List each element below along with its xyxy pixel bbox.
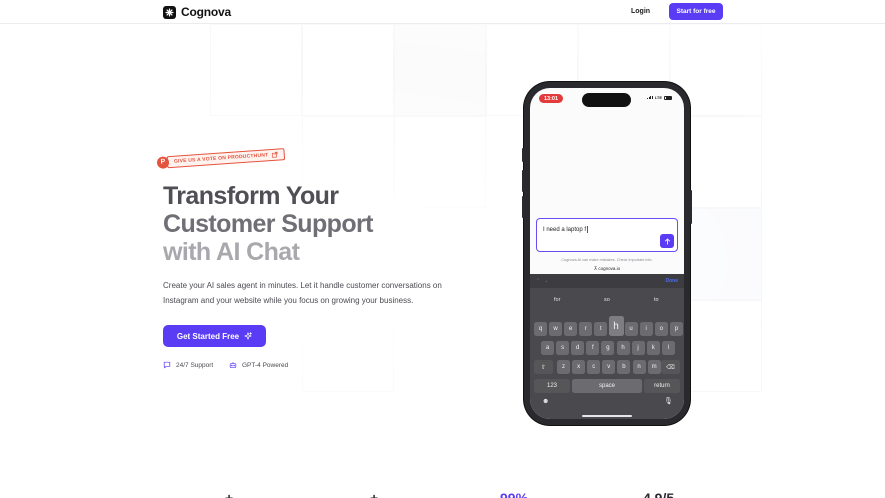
feature-gpt4-label: GPT-4 Powered bbox=[242, 361, 289, 369]
key-m[interactable]: m bbox=[647, 360, 661, 374]
key-u[interactable]: u bbox=[624, 322, 638, 336]
producthunt-badge-label: GIVE US A VOTE ON PRODUCTHUNT bbox=[173, 151, 269, 165]
brand-logo[interactable]: Cognova bbox=[163, 5, 231, 19]
phone-screen: 13:01 LTE I need a laptop f Cognova AI c… bbox=[530, 88, 684, 419]
key-w[interactable]: w bbox=[549, 322, 563, 336]
start-for-free-button[interactable]: Start for free bbox=[669, 3, 723, 20]
backspace-key[interactable]: ⌫ bbox=[661, 360, 680, 374]
hero-headline-line-3: with AI Chat bbox=[163, 238, 300, 266]
robot-icon bbox=[229, 361, 237, 368]
hero-headline-line-2: Customer Support bbox=[163, 210, 373, 238]
key-a[interactable]: a bbox=[541, 341, 554, 355]
key-k[interactable]: k bbox=[646, 341, 660, 355]
brand-name: Cognova bbox=[181, 5, 231, 19]
sparkle-icon bbox=[244, 332, 252, 340]
browser-url-bar[interactable]: ⊼ cognova.io bbox=[530, 266, 684, 272]
hero-headline-line-1: Transform Your bbox=[163, 182, 339, 210]
hero-subtext: Create your AI sales agent in minutes. L… bbox=[163, 281, 442, 305]
phone-mockup: 13:01 LTE I need a laptop f Cognova AI c… bbox=[522, 82, 692, 425]
top-navbar: Cognova Login Start for free bbox=[0, 0, 885, 24]
keyboard-nav-arrows[interactable]: ⌃⌄ bbox=[536, 278, 552, 284]
stat-4-value: 4.9/5 bbox=[643, 490, 675, 498]
send-button[interactable] bbox=[660, 234, 674, 248]
emoji-icon[interactable]: ☻ bbox=[542, 398, 549, 405]
space-key[interactable]: space bbox=[572, 379, 642, 393]
phone-volume-down-button bbox=[522, 196, 524, 218]
background-fade bbox=[0, 24, 885, 498]
key-t[interactable]: t bbox=[594, 322, 608, 336]
key-n[interactable]: n bbox=[632, 360, 646, 374]
brand-logo-icon bbox=[163, 5, 176, 19]
suggestion-3[interactable]: to bbox=[654, 297, 659, 303]
status-time: 13:01 bbox=[539, 94, 563, 103]
key-h[interactable]: h bbox=[616, 341, 630, 355]
ai-disclaimer: Cognova AI can make mistakes. Check impo… bbox=[561, 258, 653, 262]
key-r[interactable]: r bbox=[579, 322, 593, 336]
key-b[interactable]: b bbox=[617, 360, 631, 374]
key-p[interactable]: p bbox=[669, 322, 683, 336]
chat-message-input[interactable]: I need a laptop f bbox=[536, 218, 678, 252]
key-e[interactable]: e bbox=[564, 322, 578, 336]
stat-1-value: + bbox=[225, 490, 234, 498]
keyboard-done-button[interactable]: Done bbox=[666, 278, 679, 284]
network-label: LTE bbox=[654, 95, 662, 100]
suggestion-1[interactable]: for bbox=[554, 297, 560, 303]
arrow-up-icon bbox=[664, 238, 670, 245]
producthunt-icon: P bbox=[156, 155, 170, 169]
stat-2-value: + bbox=[370, 490, 379, 498]
key-g[interactable]: g bbox=[601, 341, 615, 355]
numbers-key[interactable]: 123 bbox=[534, 379, 570, 393]
microphone-icon[interactable]: 🎙 bbox=[664, 397, 673, 405]
key-l[interactable]: l bbox=[661, 341, 675, 355]
hero-headline: Transform Your Customer Support with AI … bbox=[163, 182, 423, 266]
key-v[interactable]: v bbox=[602, 360, 616, 374]
keyboard-toolbar: ⌃⌄ Done bbox=[530, 274, 684, 288]
background-grid bbox=[0, 24, 885, 498]
signal-icon bbox=[646, 95, 653, 100]
phone-volume-up-button bbox=[522, 170, 524, 192]
return-key[interactable]: return bbox=[644, 379, 680, 393]
status-indicators: LTE bbox=[646, 95, 672, 100]
feature-support-label: 24/7 Support bbox=[176, 361, 214, 369]
onscreen-keyboard: ⌃⌄ Done for so to ⇧ ⌫ 123 space return ☻… bbox=[530, 274, 684, 419]
feature-gpt4: GPT-4 Powered bbox=[229, 361, 288, 369]
browser-url: cognova.io bbox=[598, 266, 621, 271]
chat-bubble-icon bbox=[163, 361, 171, 369]
battery-icon bbox=[664, 95, 672, 100]
key-z[interactable]: z bbox=[557, 360, 570, 374]
phone-power-button bbox=[690, 190, 692, 224]
shift-key[interactable]: ⇧ bbox=[534, 360, 553, 374]
get-started-free-button[interactable]: Get Started Free bbox=[163, 325, 266, 347]
login-link[interactable]: Login bbox=[631, 5, 650, 19]
feature-support: 24/7 Support bbox=[163, 361, 213, 369]
dynamic-island bbox=[582, 93, 631, 107]
stat-3-value: 99% bbox=[500, 490, 529, 498]
key-j[interactable]: j bbox=[631, 341, 645, 355]
key-h[interactable]: h bbox=[608, 316, 624, 336]
phone-side-button bbox=[522, 148, 524, 162]
key-q[interactable]: q bbox=[534, 322, 547, 336]
key-c[interactable]: c bbox=[587, 360, 601, 374]
get-started-free-label: Get Started Free bbox=[176, 331, 240, 341]
suggestion-2[interactable]: so bbox=[604, 297, 610, 303]
chat-message-text: I need a laptop f bbox=[543, 226, 588, 234]
key-o[interactable]: o bbox=[654, 322, 668, 336]
key-x[interactable]: x bbox=[572, 360, 586, 374]
key-s[interactable]: s bbox=[556, 341, 570, 355]
external-link-icon bbox=[271, 151, 278, 158]
producthunt-badge[interactable]: P GIVE US A VOTE ON PRODUCTHUNT bbox=[156, 146, 285, 170]
key-i[interactable]: i bbox=[639, 322, 653, 336]
key-f[interactable]: f bbox=[586, 341, 600, 355]
key-d[interactable]: d bbox=[571, 341, 585, 355]
home-indicator bbox=[582, 415, 632, 417]
producthunt-pill: GIVE US A VOTE ON PRODUCTHUNT bbox=[166, 147, 285, 168]
